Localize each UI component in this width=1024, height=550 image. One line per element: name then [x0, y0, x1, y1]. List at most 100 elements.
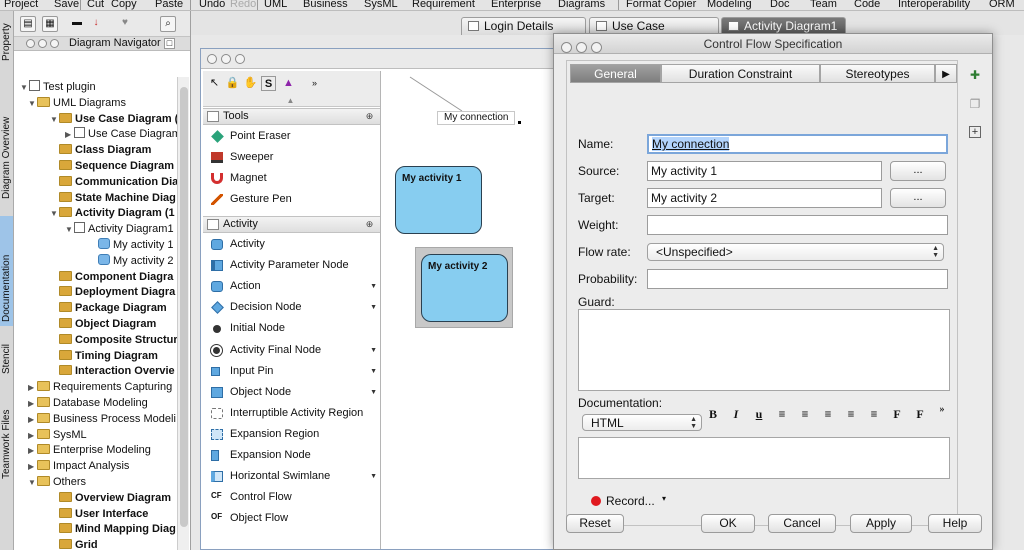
submenu-arrow-icon[interactable]: ▼ [370, 297, 377, 318]
palette-section-tools[interactable]: Tools ⊕ [203, 108, 380, 125]
menu-redo[interactable]: Redo [230, 0, 256, 10]
tree-item[interactable]: ▼ Use Case Diagram ( [50, 112, 178, 128]
tree-item[interactable]: ▶ Business Process Modeli [28, 412, 176, 428]
tree-item[interactable]: Interaction Overvie [50, 364, 175, 380]
vtab-teamwork-files[interactable]: Teamwork Files [0, 391, 13, 481]
tree-item[interactable]: My activity 1 [89, 238, 174, 254]
submenu-arrow-icon[interactable]: ▼ [370, 361, 377, 382]
palette-activity-item[interactable]: Activity Final Node ▼ [203, 340, 380, 361]
source-input[interactable]: My activity 1 [647, 161, 882, 181]
window-controls[interactable] [26, 39, 62, 51]
align-right-icon[interactable]: ≡ [821, 407, 835, 422]
tree-item[interactable]: Component Diagra [50, 270, 173, 286]
pin-icon[interactable]: ✚ [967, 68, 983, 82]
record-button[interactable]: Record... [606, 494, 655, 508]
menu-code[interactable]: Code [854, 0, 880, 10]
more-format-icon[interactable]: » [935, 404, 949, 415]
source-browse-button[interactable]: ... [890, 161, 946, 181]
menu-modeling[interactable]: Modeling [707, 0, 752, 10]
tree-item[interactable]: ▶ Enterprise Modeling [28, 443, 151, 459]
apply-button[interactable]: Apply [850, 514, 912, 533]
menu-enterprise[interactable]: Enterprise [491, 0, 541, 10]
add-icon[interactable]: + [969, 126, 981, 138]
tree-item[interactable]: User Interface [50, 507, 148, 523]
scrollbar-thumb[interactable] [180, 87, 188, 527]
documentation-textarea[interactable] [578, 437, 950, 479]
expand-toggle-icon[interactable]: ▶ [28, 396, 37, 411]
record-icon[interactable] [591, 496, 601, 506]
palette-tool-item[interactable]: Magnet [203, 168, 380, 189]
vtab-documentation[interactable]: Documentation [0, 216, 13, 326]
tab-general[interactable]: General [570, 64, 661, 83]
expand-toggle-icon[interactable]: ▼ [20, 80, 29, 95]
search-icon[interactable]: ⌕ [160, 16, 176, 32]
menu-sysml[interactable]: SysML [364, 0, 398, 10]
expand-toggle-icon[interactable]: ▶ [28, 428, 37, 443]
palette-activity-item[interactable]: Activity [203, 234, 380, 255]
tree-item[interactable]: ▼ Test plugin [20, 80, 96, 96]
tree-item[interactable]: State Machine Diag [50, 191, 176, 207]
vtab-diagram-overview[interactable]: Diagram Overview [0, 71, 13, 201]
hand-pan-icon[interactable]: ✋ [243, 76, 258, 91]
palette-activity-item[interactable]: Horizontal Swimlane ▼ [203, 466, 380, 487]
flow-rate-select[interactable]: <Unspecified> ▲ ▼ [647, 243, 944, 261]
submenu-arrow-icon[interactable]: ▼ [370, 466, 377, 487]
expand-toggle-icon[interactable]: ▼ [28, 475, 37, 490]
tree-item[interactable]: ▶ Impact Analysis [28, 459, 129, 475]
palette-activity-item[interactable]: Initial Node [203, 318, 380, 339]
tree-item[interactable]: Composite Structur [50, 333, 178, 349]
doc-format-select[interactable]: HTML ▲ ▼ [582, 414, 702, 431]
menu-uml[interactable]: UML [264, 0, 287, 10]
expand-toggle-icon[interactable]: ▶ [28, 380, 37, 395]
menu-save[interactable]: Save [54, 0, 79, 10]
reset-button[interactable]: Reset [566, 514, 624, 533]
tree-item[interactable]: Communication Dia [50, 175, 178, 191]
tree-item[interactable]: Package Diagram [50, 301, 167, 317]
target-browse-button[interactable]: ... [890, 188, 946, 208]
expand-toggle-icon[interactable]: ▶ [28, 412, 37, 427]
tree-item[interactable]: Grid [50, 538, 98, 550]
menu-orm[interactable]: ORM [989, 0, 1015, 10]
menu-diagrams[interactable]: Diagrams [558, 0, 605, 10]
palette-activity-item[interactable]: Activity Parameter Node [203, 255, 380, 276]
tree-item[interactable]: ▼ Others [28, 475, 86, 491]
menu-interoperability[interactable]: Interoperability [898, 0, 970, 10]
collapse-icon[interactable]: □ [164, 38, 175, 49]
font-icon[interactable]: F [890, 407, 904, 422]
folder-icon[interactable]: ▬ [69, 16, 85, 32]
menu-doc[interactable]: Doc [770, 0, 790, 10]
bold-icon[interactable]: B [706, 407, 720, 422]
expand-toggle-icon[interactable]: ▼ [50, 206, 59, 221]
submenu-arrow-icon[interactable]: ▼ [370, 276, 377, 297]
tab-scroll-right-icon[interactable]: ▶ [935, 64, 957, 83]
navigator-scrollbar[interactable] [177, 77, 189, 550]
tab-duration-constraint[interactable]: Duration Constraint [661, 64, 820, 83]
palette-activity-item[interactable]: CF Control Flow [203, 487, 380, 508]
tree-item[interactable]: ▶ SysML [28, 428, 87, 444]
tree-item[interactable]: Deployment Diagra [50, 285, 175, 301]
tree-item[interactable]: ▶ Database Modeling [28, 396, 148, 412]
expand-toggle-icon[interactable]: ▶ [65, 127, 74, 142]
vtab-property[interactable]: Property [0, 11, 13, 63]
font-size-icon[interactable]: F [913, 407, 927, 422]
expand-toggle-icon[interactable]: ▶ [28, 443, 37, 458]
tree-item[interactable]: ▶ Requirements Capturing [28, 380, 172, 396]
palette-section-activity[interactable]: Activity ⊕ [203, 216, 380, 233]
menu-undo[interactable]: Undo [199, 0, 225, 10]
palette-activity-item[interactable]: Expansion Node [203, 445, 380, 466]
align-center-icon[interactable]: ≡ [798, 407, 812, 422]
tree-item[interactable]: ▼ UML Diagrams [28, 96, 126, 112]
palette-activity-item[interactable]: Action ▼ [203, 276, 380, 297]
tree-item[interactable]: Object Diagram [50, 317, 156, 333]
activity-node-2[interactable]: My activity 2 [421, 254, 508, 322]
expand-toggle-icon[interactable]: ▼ [50, 112, 59, 127]
window-controls[interactable] [561, 39, 606, 59]
submenu-arrow-icon[interactable]: ▼ [370, 382, 377, 403]
probability-input[interactable] [647, 269, 948, 289]
select-arrow-icon[interactable]: ↖ [207, 76, 222, 91]
target-input[interactable]: My activity 2 [647, 188, 882, 208]
shape-triangle-icon[interactable]: ▲ [281, 76, 296, 91]
palette-activity-item[interactable]: Decision Node ▼ [203, 297, 380, 318]
menu-business[interactable]: Business [303, 0, 348, 10]
tree-item[interactable]: Sequence Diagram [50, 159, 174, 175]
